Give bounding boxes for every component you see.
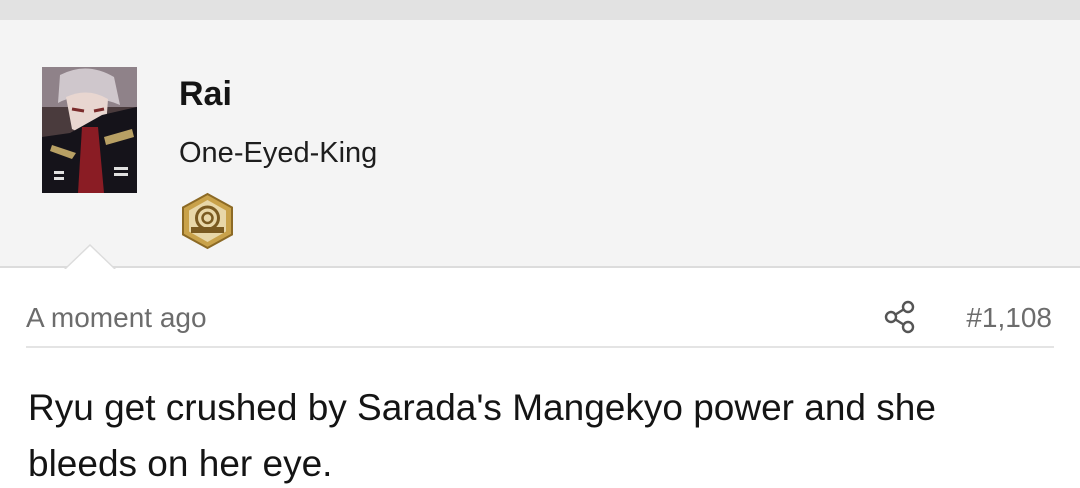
forum-post-page: Rai One-Eyed-King A moment ago #1,108 Ry… [0,0,1080,488]
post-user-header: Rai One-Eyed-King [0,20,1080,268]
user-avatar[interactable] [42,67,137,193]
top-separator [0,0,1080,20]
user-title: One-Eyed-King [179,137,378,169]
post-number-link[interactable]: #1,108 [966,300,1052,336]
username[interactable]: Rai [179,74,232,114]
post-timestamp[interactable]: A moment ago [26,300,207,336]
share-icon[interactable] [884,300,916,334]
fanverse-badge-icon[interactable] [180,192,235,250]
post-meta-bar: A moment ago #1,108 [26,298,1054,348]
header-pointer-arrow [64,244,116,269]
avatar-image [42,67,137,193]
post-body-text: Ryu get crushed by Sarada's Mangekyo pow… [28,387,936,484]
